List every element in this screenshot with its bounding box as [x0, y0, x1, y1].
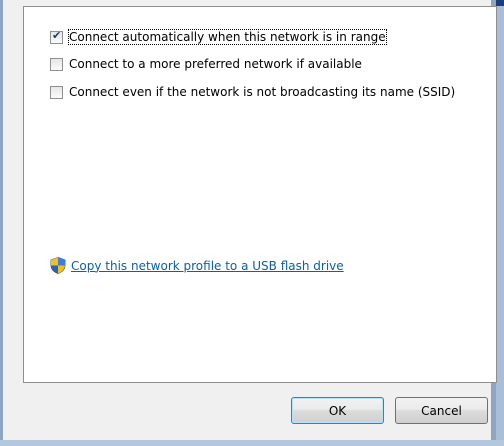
- copy-profile-link[interactable]: Copy this network profile to a USB flash…: [71, 259, 344, 273]
- auto-connect-checkbox[interactable]: [50, 29, 63, 44]
- preferred-network-option[interactable]: Connect to a more preferred network if a…: [50, 55, 362, 73]
- non-broadcast-option[interactable]: Connect even if the network is not broad…: [50, 83, 455, 101]
- preferred-network-label[interactable]: Connect to a more preferred network if a…: [69, 57, 362, 71]
- uac-shield-icon: [50, 257, 66, 274]
- ok-button[interactable]: OK: [291, 397, 384, 424]
- connection-settings-panel: Connect automatically when this network …: [23, 6, 497, 383]
- auto-connect-label[interactable]: Connect automatically when this network …: [68, 29, 387, 45]
- cancel-button[interactable]: Cancel: [395, 397, 488, 424]
- auto-connect-option[interactable]: Connect automatically when this network …: [50, 28, 387, 46]
- non-broadcast-checkbox[interactable]: [50, 85, 63, 99]
- copy-profile-link-row[interactable]: Copy this network profile to a USB flash…: [50, 257, 344, 274]
- preferred-network-checkbox[interactable]: [50, 57, 63, 71]
- non-broadcast-label[interactable]: Connect even if the network is not broad…: [69, 85, 455, 99]
- dialog-window: Connect automatically when this network …: [0, 0, 497, 440]
- window-bottom-edge: [0, 440, 504, 446]
